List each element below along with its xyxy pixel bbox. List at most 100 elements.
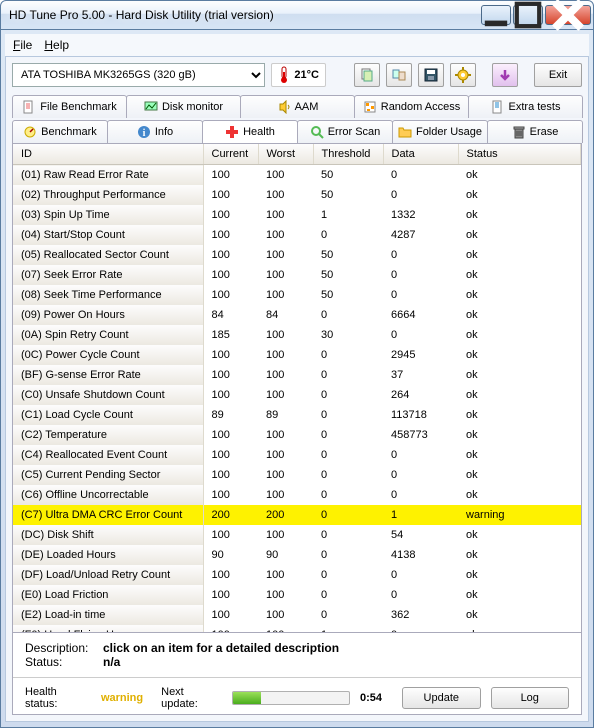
table-row[interactable]: (07) Seek Error Rate100100500ok (13, 265, 581, 285)
table-row[interactable]: (01) Raw Read Error Rate100100500ok (13, 165, 581, 186)
maximize-button[interactable] (513, 5, 543, 25)
table-row[interactable]: (C6) Offline Uncorrectable10010000ok (13, 485, 581, 505)
status-value: n/a (103, 655, 120, 669)
cell-worst: 100 (258, 245, 313, 265)
cell-id: (DE) Loaded Hours (13, 545, 203, 565)
tab-error-scan[interactable]: Error Scan (297, 120, 393, 143)
cell-current: 90 (203, 545, 258, 565)
cell-current: 100 (203, 265, 258, 285)
col-current[interactable]: Current (203, 144, 258, 165)
screenshot-button[interactable] (386, 63, 412, 87)
tab-label: Erase (530, 126, 559, 138)
cell-current: 100 (203, 285, 258, 305)
cell-threshold: 0 (313, 505, 383, 525)
cell-worst: 100 (258, 525, 313, 545)
col-id[interactable]: ID (13, 144, 203, 165)
menu-bar: File Help (5, 34, 589, 56)
temperature-display: 21°C (271, 63, 326, 87)
cell-data: 37 (383, 365, 458, 385)
table-row[interactable]: (0A) Spin Retry Count185100300ok (13, 325, 581, 345)
cell-data: 0 (383, 285, 458, 305)
table-row[interactable]: (C2) Temperature1001000458773ok (13, 425, 581, 445)
table-row[interactable]: (BF) G-sense Error Rate100100037ok (13, 365, 581, 385)
cell-threshold: 0 (313, 565, 383, 585)
settings-button[interactable] (450, 63, 476, 87)
update-button[interactable]: Update (402, 687, 480, 709)
tab-extra-tests[interactable]: Extra tests (468, 95, 583, 118)
table-row[interactable]: (DF) Load/Unload Retry Count10010000ok (13, 565, 581, 585)
cell-status: ok (458, 545, 581, 565)
col-worst[interactable]: Worst (258, 144, 313, 165)
table-row[interactable]: (C0) Unsafe Shutdown Count1001000264ok (13, 385, 581, 405)
table-row[interactable]: (09) Power On Hours848406664ok (13, 305, 581, 325)
cell-data: 1 (383, 505, 458, 525)
description-label: Description: (25, 641, 95, 655)
tab-info[interactable]: iInfo (107, 120, 203, 143)
tab-disk-monitor[interactable]: Disk monitor (126, 95, 241, 118)
col-threshold[interactable]: Threshold (313, 144, 383, 165)
table-row[interactable]: (02) Throughput Performance100100500ok (13, 185, 581, 205)
table-row[interactable]: (05) Reallocated Sector Count100100500ok (13, 245, 581, 265)
cell-threshold: 50 (313, 285, 383, 305)
cell-id: (01) Raw Read Error Rate (13, 165, 203, 186)
table-row[interactable]: (E2) Load-in time1001000362ok (13, 605, 581, 625)
cell-threshold: 50 (313, 185, 383, 205)
status-label: Status: (25, 655, 95, 669)
table-row[interactable]: (C4) Reallocated Event Count10010000ok (13, 445, 581, 465)
cell-data: 54 (383, 525, 458, 545)
tab-label: Error Scan (328, 126, 381, 138)
cell-worst: 100 (258, 165, 313, 186)
cell-threshold: 1 (313, 625, 383, 632)
cell-data: 458773 (383, 425, 458, 445)
tab-file-benchmark[interactable]: File Benchmark (12, 95, 127, 118)
menu-file[interactable]: File (13, 38, 32, 52)
minimize-button[interactable] (481, 5, 511, 25)
col-data[interactable]: Data (383, 144, 458, 165)
save-button[interactable] (418, 63, 444, 87)
table-row[interactable]: (DE) Loaded Hours909004138ok (13, 545, 581, 565)
table-row[interactable]: (E0) Load Friction10010000ok (13, 585, 581, 605)
cell-status: ok (458, 525, 581, 545)
drive-select[interactable]: ATA TOSHIBA MK3265GS (320 gB) (12, 63, 265, 87)
table-row[interactable]: (C5) Current Pending Sector10010000ok (13, 465, 581, 485)
col-status[interactable]: Status (458, 144, 581, 165)
menu-help[interactable]: Help (44, 38, 69, 52)
health-icon (225, 125, 239, 139)
thermometer-icon (278, 66, 290, 84)
tab-benchmark[interactable]: Benchmark (12, 120, 108, 143)
cell-worst: 100 (258, 445, 313, 465)
cell-id: (DC) Disk Shift (13, 525, 203, 545)
cell-data: 2945 (383, 345, 458, 365)
cell-status: ok (458, 265, 581, 285)
table-row[interactable]: (C1) Load Cycle Count89890113718ok (13, 405, 581, 425)
tab-erase[interactable]: Erase (487, 120, 583, 143)
table-row[interactable]: (DC) Disk Shift100100054ok (13, 525, 581, 545)
tab-folder-usage[interactable]: Folder Usage (392, 120, 488, 143)
aam-icon (277, 100, 291, 114)
tab-health[interactable]: Health (202, 120, 298, 143)
table-row[interactable]: (C7) Ultra DMA CRC Error Count20020001wa… (13, 505, 581, 525)
cell-worst: 100 (258, 625, 313, 632)
cell-threshold: 0 (313, 385, 383, 405)
cell-worst: 100 (258, 345, 313, 365)
file-benchmark-icon (22, 100, 36, 114)
refresh-button[interactable] (492, 63, 518, 87)
table-row[interactable]: (0C) Power Cycle Count10010002945ok (13, 345, 581, 365)
table-row[interactable]: (04) Start/Stop Count10010004287ok (13, 225, 581, 245)
exit-button[interactable]: Exit (534, 63, 582, 87)
cell-worst: 100 (258, 585, 313, 605)
window-title: HD Tune Pro 5.00 - Hard Disk Utility (tr… (9, 8, 479, 22)
cell-current: 100 (203, 585, 258, 605)
table-row[interactable]: (F0) Head Flying Hours10010010ok (13, 625, 581, 632)
close-button[interactable] (545, 5, 591, 25)
table-row[interactable]: (03) Spin Up Time10010011332ok (13, 205, 581, 225)
table-row[interactable]: (08) Seek Time Performance100100500ok (13, 285, 581, 305)
cell-data: 6664 (383, 305, 458, 325)
tab-random-access[interactable]: Random Access (354, 95, 469, 118)
copy-button[interactable] (354, 63, 380, 87)
tab-aam[interactable]: AAM (240, 95, 355, 118)
extra-tests-icon (491, 100, 505, 114)
cell-status: ok (458, 405, 581, 425)
log-button[interactable]: Log (491, 687, 569, 709)
cell-status: ok (458, 445, 581, 465)
